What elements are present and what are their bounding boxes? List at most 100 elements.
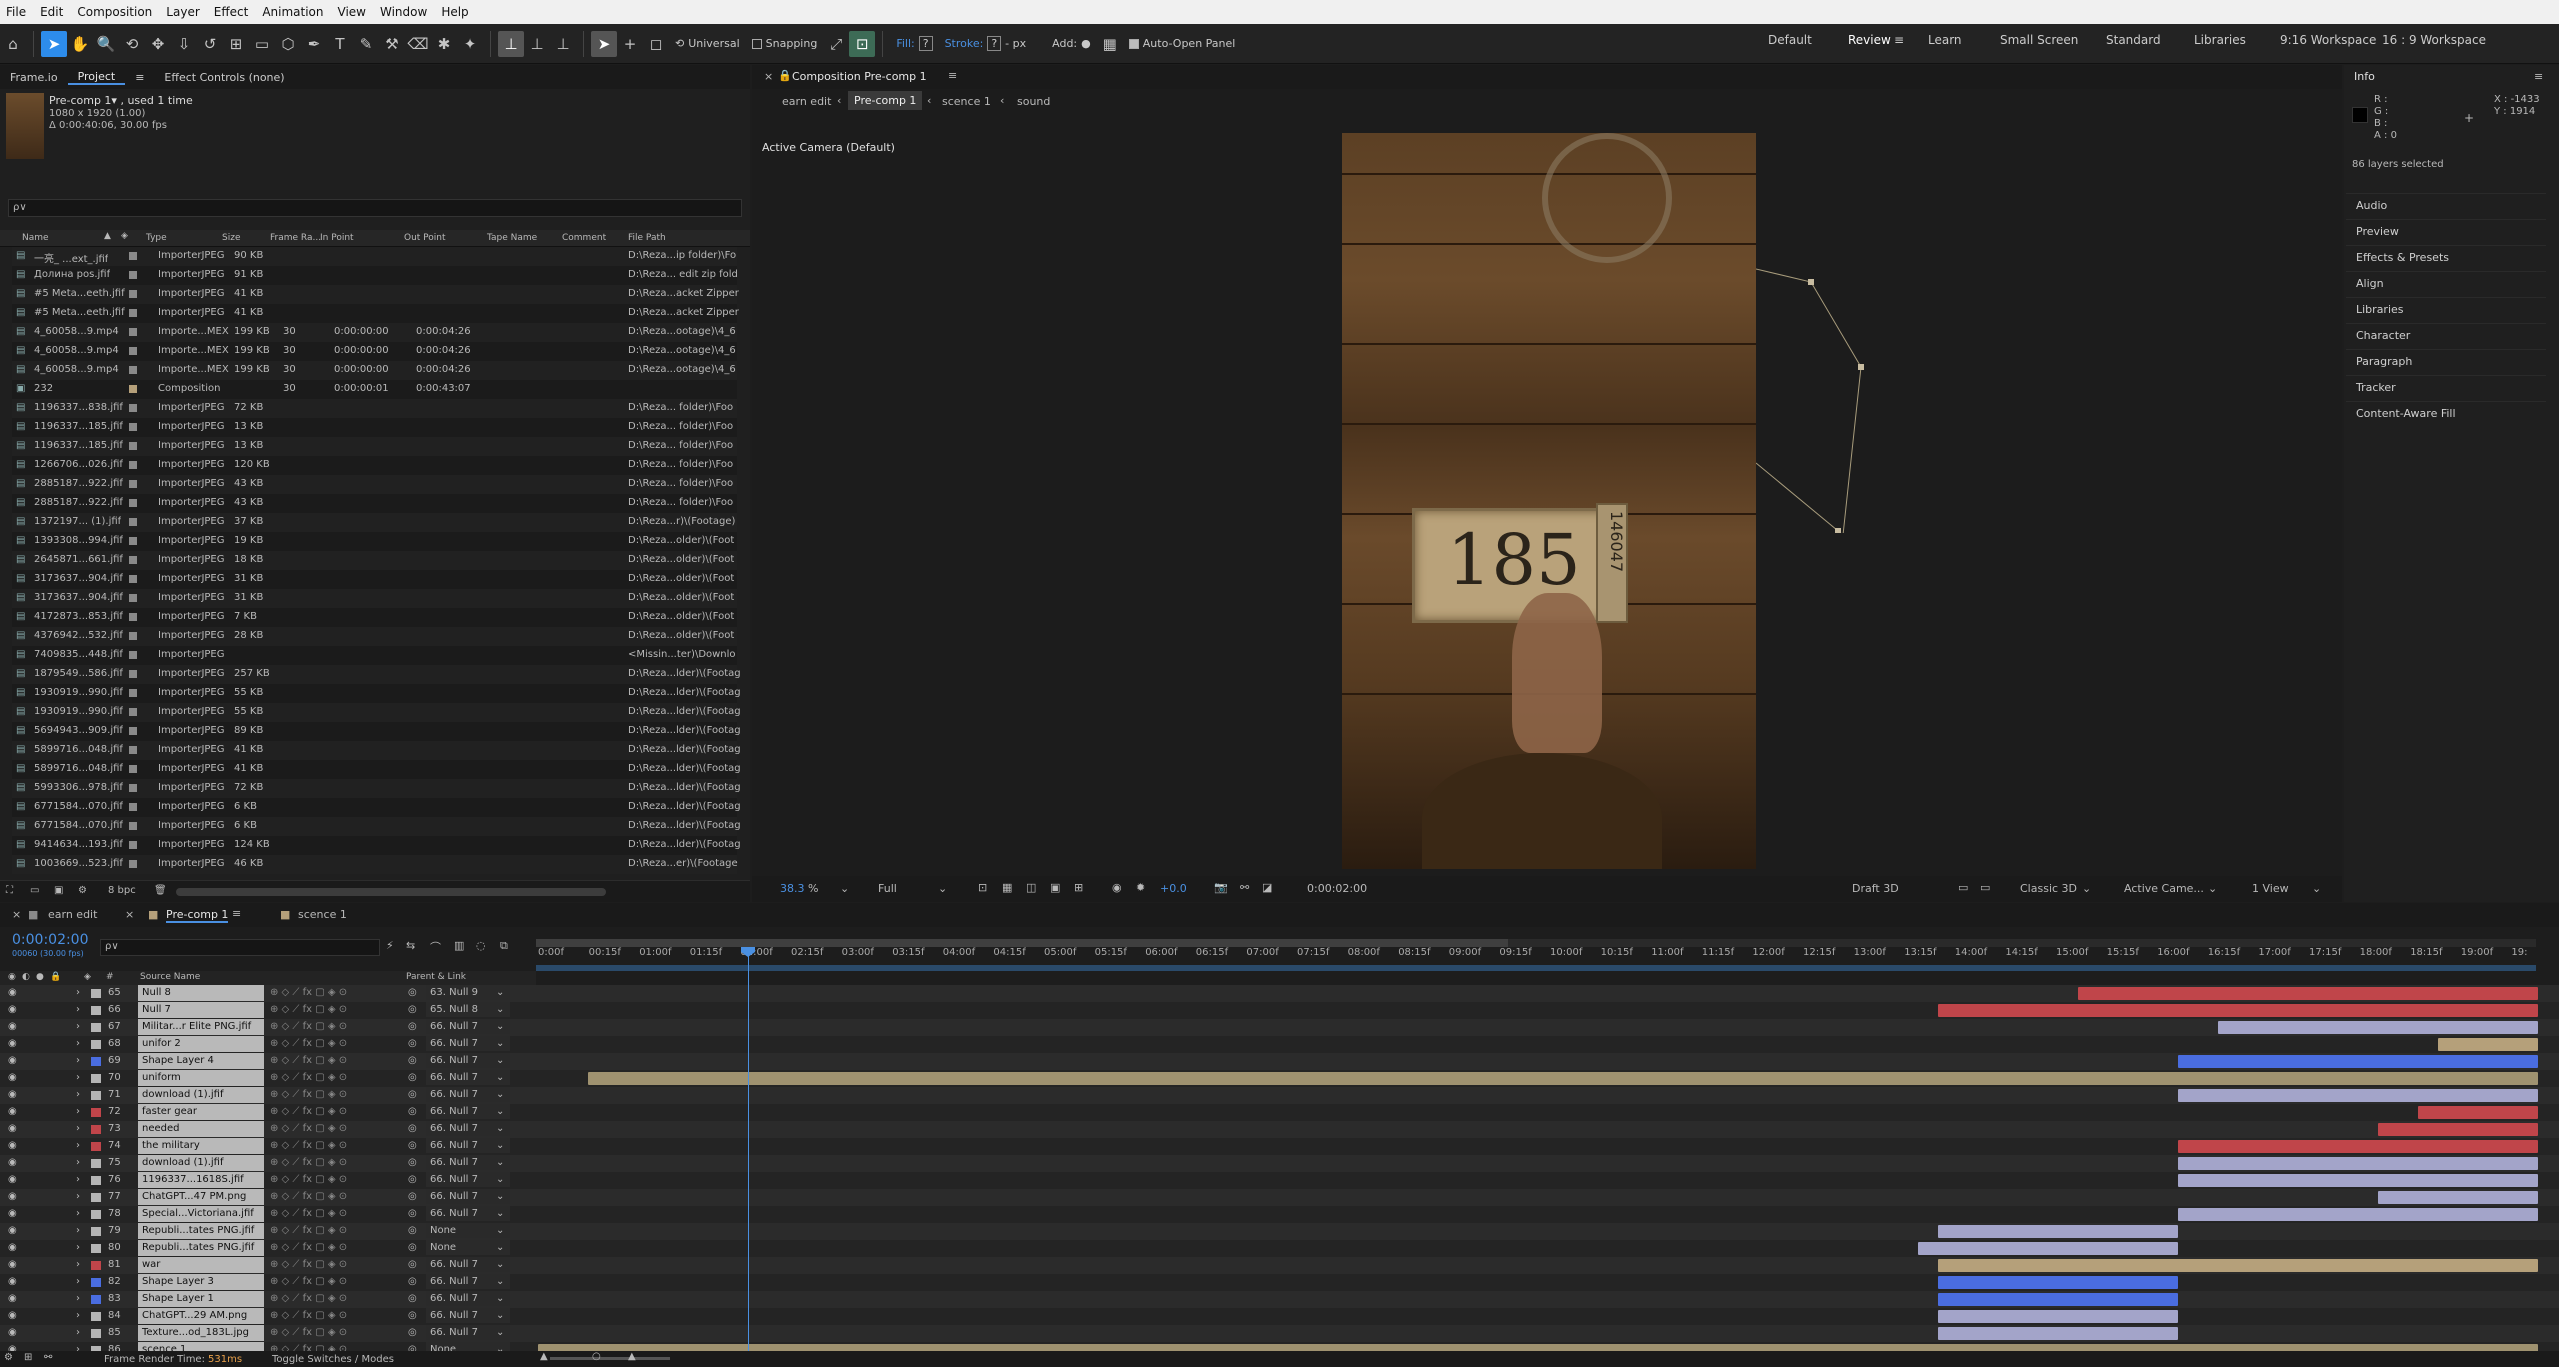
project-row[interactable]: ▤ 5694943...909.jfif ImporterJPEG 89 KB D:\R… — [12, 722, 741, 741]
chevron-down-icon[interactable]: ⌄ — [496, 1208, 504, 1219]
project-row[interactable]: ▤ 4172873...853.jfif ImporterJPEG 7 KB D:\Re… — [12, 608, 737, 627]
eye-icon[interactable]: ◉ — [8, 1106, 17, 1117]
interpret-footage-icon[interactable]: ⛶ — [6, 885, 13, 896]
layer-duration-bar[interactable] — [1938, 1327, 2178, 1340]
layer-label-swatch[interactable] — [91, 1210, 101, 1219]
layer-duration-bar[interactable] — [1938, 1225, 2178, 1238]
auto-open-checkbox[interactable] — [1128, 38, 1139, 49]
layer-row[interactable]: ◉ › 65 Null 8 ⊕ ◇ ⟋ fx ▢ ◈ ⊙ ◎ 63. Null 9 ⌄ — [0, 985, 2559, 1002]
layer-switches[interactable]: ⊕ ◇ ⟋ fx ▢ ◈ ⊙ — [270, 1276, 347, 1287]
project-row[interactable]: ▤ 1930919...990.jfif ImporterJPEG 55 KB D:\R… — [12, 703, 741, 722]
project-row[interactable]: ▤ Долина pos.jfif ImporterJPEG 91 KB D:\Reza… — [12, 266, 738, 285]
chevron-down-icon[interactable]: ⌄ — [2312, 882, 2321, 895]
pickwhip-icon[interactable]: ◎ — [408, 1072, 417, 1083]
color-channel-icon[interactable]: ◉ — [1112, 881, 1122, 894]
tab-effect-controls[interactable]: Effect Controls (none) — [154, 71, 294, 84]
layer-duration-bar[interactable] — [588, 1072, 2538, 1085]
crumb-scence[interactable]: scence 1 — [942, 95, 991, 108]
layer-row[interactable]: ◉ › 78 Special...Victoriana.jfif ⊕ ◇ ⟋ fx ▢ … — [0, 1206, 2559, 1223]
panel-align[interactable]: Align — [2346, 271, 2546, 295]
zoom-in-icon[interactable]: ▲ — [628, 1351, 636, 1362]
layer-duration-bar[interactable] — [2438, 1038, 2538, 1051]
layer-duration-bar[interactable] — [2178, 1157, 2538, 1170]
layer-row[interactable]: ◉ › 81 war ⊕ ◇ ⟋ fx ▢ ◈ ⊙ ◎ 66. Null 7 ⌄ — [0, 1257, 2559, 1274]
eye-icon[interactable]: ◉ — [8, 1123, 17, 1134]
layer-label-swatch[interactable] — [91, 1091, 101, 1100]
project-row[interactable]: ▣ 232 Composition 30 0:00:00:01 0:00:43:07 — [12, 380, 737, 399]
layer-duration-bar[interactable] — [2178, 1174, 2538, 1187]
layer-row[interactable]: ◉ › 70 uniform ⊕ ◇ ⟋ fx ▢ ◈ ⊙ ◎ 66. Null 7 ⌄ — [0, 1070, 2559, 1087]
project-row[interactable]: ▤ 5993306...978.jfif ImporterJPEG 72 KB D:\R… — [12, 779, 741, 798]
ground-plane-icon[interactable]: ▭ — [1980, 881, 1990, 894]
layer-name[interactable]: Null 8 — [138, 985, 264, 1001]
workspace-16-9-workspace[interactable]: 16 : 9 Workspace — [2382, 33, 2486, 47]
3d-move-icon[interactable]: + — [617, 31, 643, 57]
pickwhip-icon[interactable]: ◎ — [408, 1327, 417, 1338]
chevron-down-icon[interactable]: ⌄ — [496, 1004, 504, 1015]
label-swatch[interactable] — [129, 651, 137, 659]
layer-name[interactable]: 1196337...1618S.jfif — [138, 1172, 264, 1188]
layer-duration-bar[interactable] — [538, 1344, 2538, 1351]
snapping-checkbox[interactable] — [751, 38, 762, 49]
label-swatch[interactable] — [129, 841, 137, 849]
label-swatch[interactable] — [129, 822, 137, 830]
layer-name[interactable]: ChatGPT...29 AM.png — [138, 1308, 264, 1324]
puppet-tool-icon[interactable]: ✦ — [457, 31, 483, 57]
layer-duration-bar[interactable] — [1938, 1293, 2178, 1306]
resolution-select[interactable]: Full — [878, 882, 897, 895]
layer-name[interactable]: Republi...tates PNG.jfif — [138, 1240, 264, 1256]
layer-name[interactable]: war — [138, 1257, 264, 1273]
chevron-right-icon[interactable]: › — [76, 1123, 80, 1134]
chevron-right-icon[interactable]: › — [76, 1208, 80, 1219]
world-axis-icon[interactable]: ⊥ — [524, 31, 550, 57]
pan-tool-icon[interactable]: ✥ — [145, 31, 171, 57]
layer-row[interactable]: ◉ › 80 Republi...tates PNG.jfif ⊕ ◇ ⟋ fx ▢ ◈… — [0, 1240, 2559, 1257]
chevron-right-icon[interactable]: › — [76, 987, 80, 998]
label-swatch[interactable] — [129, 328, 137, 336]
project-row[interactable]: ▤ 1196337...185.jfif ImporterJPEG 13 KB D:\R… — [12, 437, 737, 456]
pickwhip-icon[interactable]: ◎ — [408, 1310, 417, 1321]
project-row[interactable]: ▤ 3173637...904.jfif ImporterJPEG 31 KB D:\R… — [12, 570, 737, 589]
layer-duration-bar[interactable] — [1938, 1310, 2178, 1323]
eye-icon[interactable]: ◉ — [8, 1293, 17, 1304]
label-swatch[interactable] — [129, 727, 137, 735]
layer-name[interactable]: Shape Layer 3 — [138, 1274, 264, 1290]
layer-duration-bar[interactable] — [2378, 1191, 2538, 1204]
project-row[interactable]: ▤ 4_60058...9.mp4 Importe...MEX 199 KB 30 0:0… — [12, 361, 737, 380]
chevron-down-icon[interactable]: ⌄ — [496, 1242, 504, 1253]
eye-icon[interactable]: ◉ — [8, 1072, 17, 1083]
label-swatch[interactable] — [129, 290, 137, 298]
menu-item-composition[interactable]: Composition — [77, 5, 152, 19]
chevron-right-icon[interactable]: › — [76, 1310, 80, 1321]
project-row[interactable]: ▤ 5899716...048.jfif ImporterJPEG 41 KB D:\R… — [12, 760, 741, 779]
snapshot-icon[interactable]: 📷 — [1214, 881, 1228, 894]
hand-tool-icon[interactable]: ✋ — [67, 31, 93, 57]
motion-path[interactable] — [1756, 133, 1916, 533]
project-row[interactable]: ▤ #5 Meta...eeth.jfif ImporterJPEG 41 KB D:\… — [12, 285, 739, 304]
pickwhip-icon[interactable]: ◎ — [408, 1021, 417, 1032]
mask-visibility-icon[interactable]: ◫ — [1026, 881, 1036, 894]
panel-tracker[interactable]: Tracker — [2346, 375, 2546, 399]
pickwhip-icon[interactable]: ◎ — [408, 1140, 417, 1151]
layer-row[interactable]: ◉ › 82 Shape Layer 3 ⊕ ◇ ⟋ fx ▢ ◈ ⊙ ◎ 66. Null… — [0, 1274, 2559, 1291]
eye-icon[interactable]: ◉ — [8, 1225, 17, 1236]
eye-icon[interactable]: ◉ — [8, 987, 17, 998]
toggle-switches-button[interactable]: Toggle Switches / Modes — [272, 1354, 394, 1365]
layer-switches[interactable]: ⊕ ◇ ⟋ fx ▢ ◈ ⊙ — [270, 1344, 347, 1351]
pickwhip-icon[interactable]: ◎ — [408, 1055, 417, 1066]
cube-tool-icon[interactable]: ⬡ — [275, 31, 301, 57]
label-swatch[interactable] — [129, 670, 137, 678]
chevron-down-icon[interactable]: ⌄ — [496, 1038, 504, 1049]
switches-icon[interactable]: ⊞ — [24, 1352, 32, 1363]
region-icon[interactable]: ⊡ — [978, 881, 987, 894]
layer-switches[interactable]: ⊕ ◇ ⟋ fx ▢ ◈ ⊙ — [270, 1327, 347, 1338]
layer-label-swatch[interactable] — [91, 1040, 101, 1049]
layer-name[interactable]: needed — [138, 1121, 264, 1137]
project-row[interactable]: ▤ 一亮_ ...ext_.jfif ImporterJPEG 90 KB D:\Rez… — [12, 247, 737, 266]
eye-icon[interactable]: ◉ — [8, 1344, 17, 1351]
settings-icon[interactable]: ⚙ — [78, 885, 87, 896]
chevron-right-icon[interactable]: › — [76, 1106, 80, 1117]
label-swatch[interactable] — [129, 309, 137, 317]
layer-label-swatch[interactable] — [91, 1006, 101, 1015]
layer-label-swatch[interactable] — [91, 1329, 101, 1338]
